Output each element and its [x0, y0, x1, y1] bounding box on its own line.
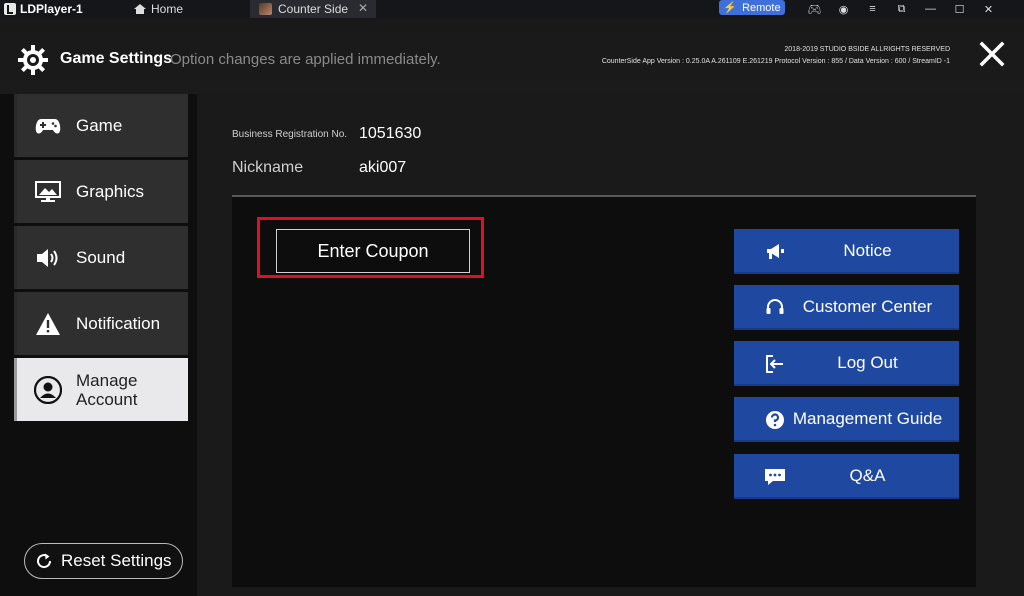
tab-home[interactable]: Home	[120, 0, 197, 18]
copyright-text: 2018-2019 STUDIO BSIDE ALLRIGHTS RESERVE…	[784, 46, 950, 53]
gamepad-toolbar-icon[interactable]: 🎮︎	[800, 3, 829, 16]
customer-center-button[interactable]: Customer Center	[734, 285, 959, 330]
speaker-icon	[34, 244, 62, 272]
emulator-brand: LDPlayer-1	[0, 0, 120, 18]
sidebar-item-label: Notification	[76, 314, 161, 333]
sidebar-item-label: Graphics	[76, 182, 145, 201]
game-thumbnail-icon	[259, 3, 272, 15]
log-out-button[interactable]: Log Out	[734, 341, 959, 386]
label-line-1: Manage	[76, 370, 138, 390]
remote-label: Remote	[742, 1, 781, 14]
ldplayer-logo-icon	[4, 3, 16, 15]
window-controls: 🎮︎ ◉ ≡ ⧉ — ☐ ✕	[800, 0, 1003, 18]
close-settings-icon[interactable]	[978, 40, 1006, 68]
account-toolbar-icon[interactable]: ◉	[829, 3, 858, 16]
tab-counter-side[interactable]: Counter Side ✕	[250, 0, 376, 18]
minimize-icon[interactable]: —	[916, 3, 945, 15]
version-info: 2018-2019 STUDIO BSIDE ALLRIGHTS RESERVE…	[602, 44, 950, 68]
home-icon	[134, 4, 146, 14]
app-window: LDPlayer-1 Home Counter Side ✕ ⚡ Remote …	[0, 0, 1024, 596]
emulator-name: LDPlayer-1	[20, 2, 83, 16]
reset-settings-label: Reset Settings	[61, 551, 172, 570]
headset-icon	[764, 297, 786, 319]
chat-icon	[764, 466, 786, 488]
notice-button[interactable]: Notice	[734, 229, 959, 274]
question-icon	[764, 409, 786, 431]
sidebar-item-notification[interactable]: Notification	[14, 292, 188, 355]
warning-icon	[34, 310, 62, 338]
user-icon	[34, 375, 62, 404]
menu-icon[interactable]: ≡	[858, 3, 887, 15]
sidebar-item-manage-account[interactable]: Manage Account	[14, 358, 188, 421]
window-close-icon[interactable]: ✕	[974, 3, 1003, 16]
monitor-icon	[34, 178, 62, 206]
enter-coupon-button[interactable]: Enter Coupon	[276, 229, 470, 273]
registration-label: Business Registration No.	[232, 129, 348, 140]
megaphone-icon	[764, 241, 786, 263]
refresh-icon	[37, 553, 52, 569]
tab-close-icon[interactable]: ✕	[358, 1, 368, 15]
reset-settings-button[interactable]: Reset Settings	[24, 543, 183, 579]
maximize-icon[interactable]: ☐	[945, 3, 974, 16]
sidebar-item-graphics[interactable]: Graphics	[14, 160, 188, 223]
label-line-2: Account	[76, 389, 138, 409]
gamepad-icon	[34, 112, 62, 140]
sidebar-item-label: Manage Account	[76, 371, 137, 409]
registration-value: 1051630	[359, 125, 422, 142]
management-guide-button[interactable]: Management Guide	[734, 397, 959, 442]
sidebar-item-label: Sound	[76, 248, 126, 267]
tab-game-label: Counter Side	[278, 2, 349, 16]
sidebar-item-game[interactable]: Game	[14, 94, 188, 157]
qna-button[interactable]: Q&A	[734, 454, 959, 499]
remote-button[interactable]: ⚡ Remote	[719, 0, 785, 15]
version-text: CounterSide App Version : 0.25.0A A.2611…	[601, 58, 950, 65]
bolt-icon: ⚡	[723, 2, 738, 14]
tab-home-label: Home	[151, 2, 184, 16]
page-title: Game Settings	[60, 50, 173, 67]
gear-icon	[18, 45, 48, 75]
nickname-value: aki007	[359, 159, 407, 176]
page-subtitle: Option changes are applied immediately.	[170, 51, 441, 68]
popout-icon[interactable]: ⧉	[887, 3, 916, 16]
sidebar-item-sound[interactable]: Sound	[14, 226, 188, 289]
logout-icon	[764, 353, 786, 375]
sidebar-item-label: Game	[76, 116, 123, 135]
nickname-label: Nickname	[232, 159, 304, 176]
